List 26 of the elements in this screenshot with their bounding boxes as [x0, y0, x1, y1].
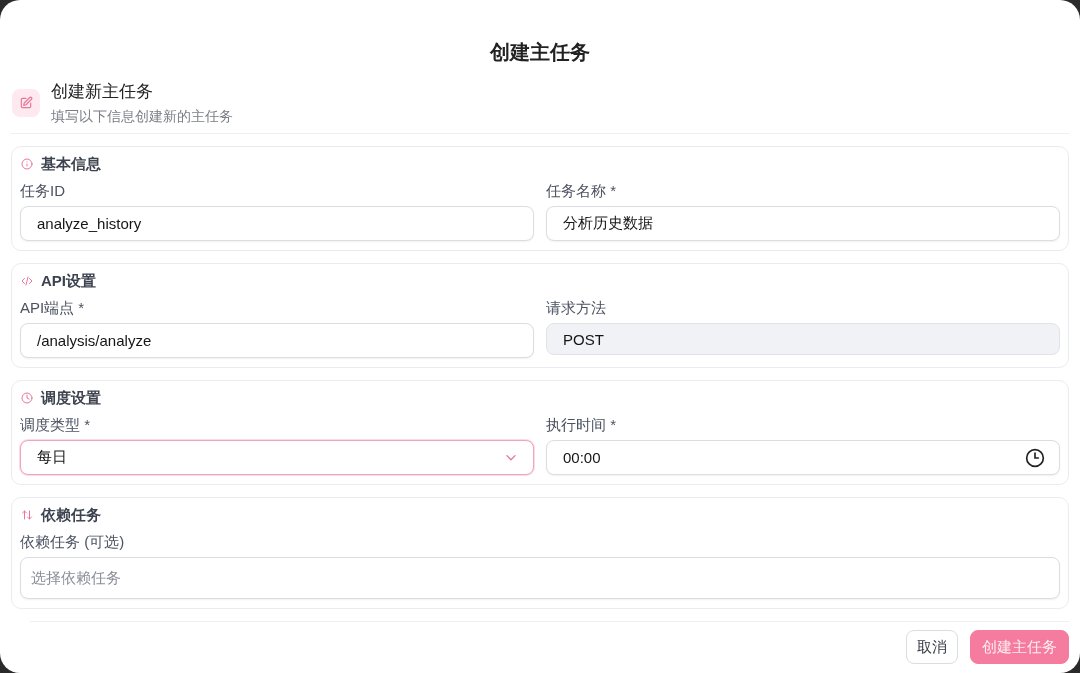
dialog-title: 创建主任务	[490, 40, 590, 65]
edit-icon	[12, 89, 40, 117]
field-label: 调度类型 *	[20, 415, 90, 435]
select-field[interactable]: 每日	[20, 440, 534, 475]
code-icon	[21, 275, 33, 287]
section-title: API设置	[41, 271, 96, 291]
clock-icon	[1025, 447, 1045, 468]
text-field[interactable]: 分析历史数据	[546, 206, 1060, 241]
info-icon	[21, 158, 33, 170]
field-label: 依赖任务 (可选)	[20, 532, 125, 552]
field-label: 执行时间 *	[546, 415, 616, 435]
form-heading: 创建新主任务	[51, 80, 153, 103]
text-field[interactable]: /analysis/analyze	[20, 323, 534, 358]
field-label: 任务ID	[20, 181, 65, 201]
section-title: 依赖任务	[41, 505, 101, 525]
section-title: 调度设置	[41, 388, 101, 408]
section-title: 基本信息	[41, 154, 101, 174]
up-down-arrows-icon	[21, 509, 33, 521]
field-label: 任务名称 *	[546, 181, 616, 201]
cancel-button[interactable]: 取消	[906, 630, 958, 664]
form-subtitle: 填写以下信息创建新的主任务	[51, 106, 233, 126]
field-label: API端点 *	[20, 298, 85, 318]
text-field[interactable]: analyze_history	[20, 206, 534, 241]
time-field[interactable]: 00:00	[546, 440, 1060, 475]
field-label: 请求方法	[546, 298, 606, 318]
clock-icon	[21, 392, 33, 404]
